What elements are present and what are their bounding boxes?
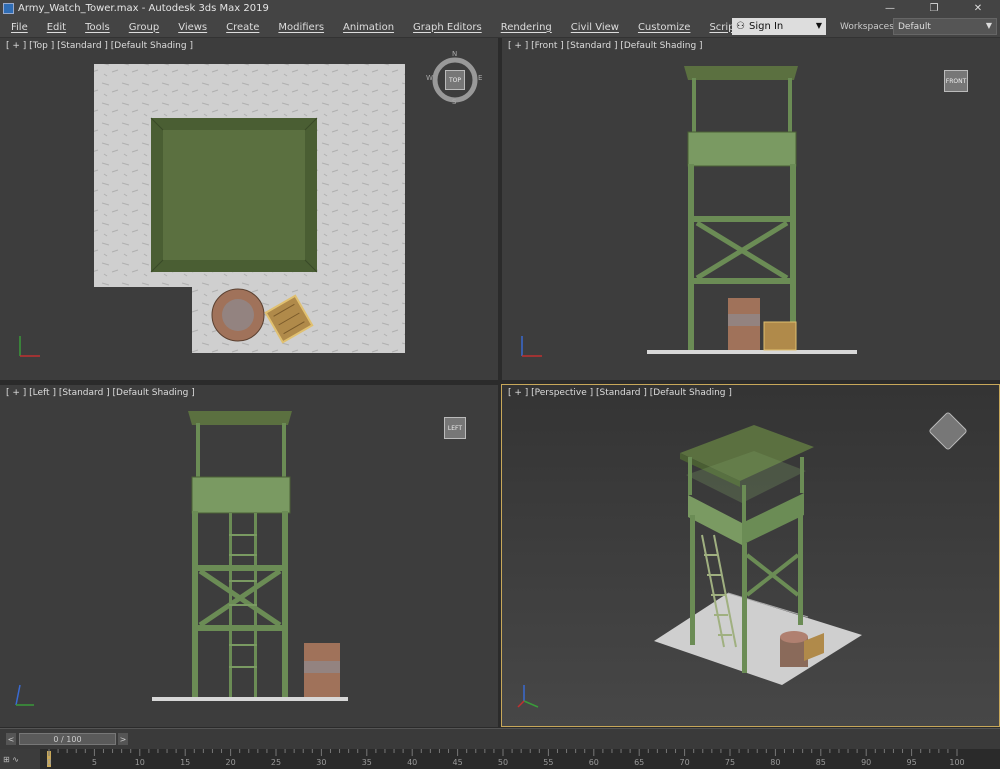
chevron-down-icon: ▼ bbox=[815, 21, 822, 30]
trackbar-tick-label: 50 bbox=[497, 758, 509, 767]
trackbar-tick-label: 75 bbox=[724, 758, 736, 767]
perspective-scene bbox=[654, 425, 862, 685]
viewcube-face[interactable]: TOP bbox=[445, 70, 465, 90]
trackbar-tick-label: 5 bbox=[91, 758, 97, 767]
trackbar-tick-label: 95 bbox=[906, 758, 917, 767]
menu-customize[interactable]: Customize bbox=[638, 22, 691, 33]
trackbar-tick-label: 60 bbox=[588, 758, 599, 767]
menu-group[interactable]: Group bbox=[129, 22, 159, 33]
workspaces-select[interactable]: Default ▼ bbox=[893, 18, 997, 35]
top-scene bbox=[94, 64, 405, 353]
trackbar-tick-label: 80 bbox=[770, 758, 781, 767]
menu-animation[interactable]: Animation bbox=[343, 22, 394, 33]
axis-tripod-icon bbox=[15, 684, 34, 706]
menu-file[interactable]: File bbox=[11, 22, 28, 33]
trackbar-tick-label: 25 bbox=[270, 758, 282, 767]
menu-civil-view[interactable]: Civil View bbox=[571, 22, 619, 33]
trackbar-tick-label: 45 bbox=[452, 758, 463, 767]
viewport-front[interactable]: [ + ] [Front ] [Standard ] [Default Shad… bbox=[502, 38, 1000, 380]
menu-rendering[interactable]: Rendering bbox=[501, 22, 552, 33]
workspaces-value: Default bbox=[898, 22, 931, 32]
trackbar-tick-label: 20 bbox=[225, 758, 236, 767]
minimize-button[interactable]: — bbox=[868, 0, 912, 17]
viewcube[interactable]: TOP N S E W bbox=[426, 50, 483, 106]
trackbar-tick-label: 85 bbox=[815, 758, 826, 767]
trackbar[interactable]: ⊞ ∿ 0 5 10 15 20 25 30 35 40 45 50 55 60 65 70 75 80 85 90… bbox=[0, 749, 1000, 769]
trackbar-tick-label: 0 bbox=[46, 758, 52, 767]
trackbar-tick-label: 40 bbox=[407, 758, 418, 767]
left-scene bbox=[152, 411, 348, 701]
workspaces-label: Workspaces: bbox=[840, 22, 897, 32]
trackbar-tick-label: 100 bbox=[949, 758, 965, 767]
chevron-down-icon: ▼ bbox=[985, 21, 992, 30]
window-title: Army_Watch_Tower.max - Autodesk 3ds Max … bbox=[18, 3, 269, 14]
trackbar-tick-label: 55 bbox=[543, 758, 554, 767]
axis-tripod-icon bbox=[521, 336, 542, 357]
viewcube-face[interactable]: FRONT bbox=[944, 70, 968, 92]
trackbar-tick-label: 15 bbox=[180, 758, 191, 767]
compass-w: W bbox=[426, 74, 433, 82]
close-button[interactable]: ✕ bbox=[956, 0, 1000, 17]
sign-in-dropdown[interactable]: ⚇ Sign In ▼ bbox=[732, 18, 826, 35]
trackbar-tick-label: 30 bbox=[316, 758, 327, 767]
menu-modifiers[interactable]: Modifiers bbox=[278, 22, 324, 33]
axis-tripod-icon bbox=[517, 685, 539, 708]
menu-graph-editors[interactable]: Graph Editors bbox=[413, 22, 482, 33]
axis-tripod-icon bbox=[19, 336, 40, 357]
menu-edit[interactable]: Edit bbox=[47, 22, 66, 33]
viewport-left[interactable]: [ + ] [Left ] [Standard ] [Default Shadi… bbox=[0, 385, 498, 727]
trackbar-tick-label: 90 bbox=[861, 758, 872, 767]
3dsmax-app-icon[interactable] bbox=[3, 3, 14, 14]
maximize-button[interactable]: ❐ bbox=[912, 0, 956, 17]
menu-create[interactable]: Create bbox=[226, 22, 259, 33]
sign-in-label: Sign In bbox=[748, 21, 784, 32]
menu-views[interactable]: Views bbox=[178, 22, 207, 33]
trackbar-tick-label: 70 bbox=[679, 758, 690, 767]
viewcube-face[interactable]: LEFT bbox=[444, 417, 466, 439]
viewport-top[interactable]: [ + ] [Top ] [Standard ] [Default Shadin… bbox=[0, 38, 498, 380]
user-icon: ⚇ bbox=[736, 21, 745, 32]
compass-n: N bbox=[452, 50, 458, 58]
viewport-perspective[interactable]: [ + ] [Perspective ] [Standard ] [Defaul… bbox=[501, 384, 1000, 727]
front-scene bbox=[647, 66, 857, 354]
compass-s: S bbox=[452, 98, 457, 106]
trackbar-tick-label: 35 bbox=[361, 758, 372, 767]
compass-e: E bbox=[478, 74, 483, 82]
trackbar-tick-label: 10 bbox=[134, 758, 145, 767]
time-slider-thumb[interactable]: 0 / 100 bbox=[19, 733, 116, 745]
next-frame-button[interactable]: > bbox=[118, 733, 128, 745]
trackbar-tick-label: 65 bbox=[634, 758, 645, 767]
menu-tools[interactable]: Tools bbox=[85, 22, 110, 33]
time-slider[interactable]: < 0 / 100 > bbox=[0, 728, 1000, 749]
prev-frame-button[interactable]: < bbox=[6, 733, 16, 745]
title-bar: Army_Watch_Tower.max - Autodesk 3ds Max … bbox=[0, 0, 1000, 17]
